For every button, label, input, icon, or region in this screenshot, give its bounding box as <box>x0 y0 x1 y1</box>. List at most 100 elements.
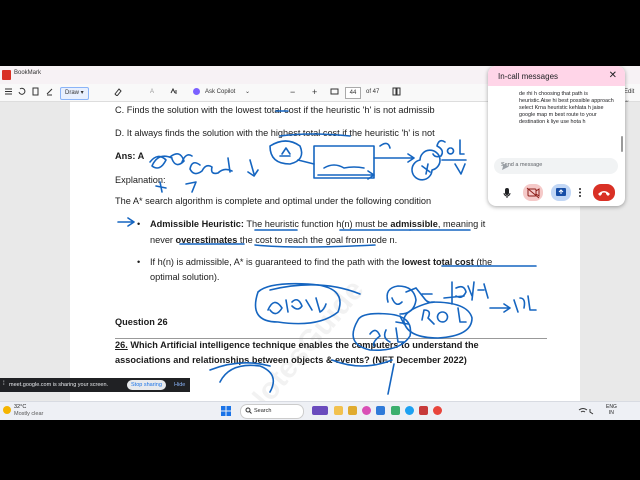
ink-path <box>169 153 185 166</box>
hang-up-button[interactable] <box>593 184 615 201</box>
ink-path <box>411 149 441 181</box>
chevron-down-icon[interactable]: ⌄ <box>245 87 250 98</box>
send-icon[interactable] <box>501 162 612 173</box>
read-aloud-icon[interactable] <box>170 87 179 98</box>
copilot-button[interactable]: Ask Copilot <box>205 87 235 98</box>
ink-path <box>269 140 303 165</box>
bullet-2-text-a: If h(n) is admissible, A* is guaranteed … <box>150 257 400 267</box>
weather-icon[interactable] <box>3 406 11 414</box>
draw-button[interactable]: Draw ▾ <box>60 87 89 100</box>
edge-browser-icon[interactable] <box>405 406 414 415</box>
chrome-browser-icon[interactable] <box>433 406 442 415</box>
ink-path <box>185 181 197 193</box>
ink-path <box>313 145 375 179</box>
bullet-1-line-2: never overestimates the cost to reach th… <box>150 235 397 245</box>
page-view-icon[interactable] <box>392 87 401 98</box>
region-code: IN <box>608 410 614 416</box>
ink-path <box>489 303 511 313</box>
bullet-1-overestimates: overestimates <box>175 235 238 245</box>
ink-path <box>387 363 395 395</box>
explanation-label: Explanation: <box>115 175 166 185</box>
files-app-icon[interactable] <box>348 406 357 415</box>
ink-path <box>297 159 315 165</box>
taskbar: 32°C Mostly clear Search ENG IN <box>0 401 640 420</box>
ink-path <box>181 154 193 163</box>
camera-off-button[interactable] <box>523 184 543 201</box>
close-icon[interactable]: ✕ <box>609 70 617 81</box>
weather-description[interactable]: Mostly clear <box>14 411 43 417</box>
zoom-out-icon[interactable]: − <box>290 87 295 98</box>
ink-path <box>189 157 233 175</box>
windows-start-icon[interactable] <box>221 406 231 416</box>
ink-path <box>379 142 391 149</box>
fit-width-icon[interactable] <box>330 87 339 98</box>
bullet-1-bold: admissible <box>390 219 438 229</box>
q26-number: 26. <box>115 340 128 350</box>
copilot-icon[interactable] <box>192 87 201 98</box>
ink-path <box>513 295 537 313</box>
app-icon[interactable] <box>419 406 428 415</box>
divider <box>115 338 547 339</box>
bullet-1-text-a: The heuristic function h(n) must be <box>246 219 388 229</box>
taskbar-search[interactable]: Search <box>240 404 304 419</box>
weather-temperature[interactable]: 32°C <box>14 404 26 410</box>
in-call-messages-panel: In-call messages ✕ de rhi h choosing tha… <box>488 66 625 206</box>
ink-path <box>421 307 467 325</box>
screen-share-bar: ⁞ meet.google.com is sharing your screen… <box>0 378 190 392</box>
hide-button[interactable]: Hide <box>174 382 185 388</box>
ink-path <box>443 295 465 299</box>
draw-label: Draw <box>65 90 80 96</box>
q26-line-2: associations and relationships between o… <box>115 355 467 365</box>
message-input[interactable]: Send a message <box>494 158 618 174</box>
rotate-icon[interactable] <box>17 87 26 98</box>
call-panel-title: In-call messages <box>498 72 559 81</box>
ink-path <box>254 244 376 248</box>
excel-app-icon[interactable] <box>391 406 400 415</box>
q26-text-2: associations and relationships between o… <box>115 355 370 365</box>
bullet-2-text-c: (the <box>476 257 493 267</box>
edit-with-button[interactable]: Edit w <box>624 87 640 106</box>
admissible-heading: Admissible Heuristic: <box>150 219 244 229</box>
bullet-2-bold: lowest total cost <box>401 257 474 267</box>
ink-path <box>323 164 365 169</box>
ink-path <box>395 315 409 325</box>
highlight-icon[interactable] <box>45 87 54 98</box>
ink-path <box>432 139 465 158</box>
eraser-icon[interactable] <box>113 87 122 98</box>
drag-handle-icon[interactable]: ⁞ <box>3 381 5 387</box>
language-indicator[interactable]: ENG IN <box>606 404 617 416</box>
option-c: C. Finds the solution with the lowest to… <box>115 105 435 115</box>
pdf-icon <box>2 70 11 80</box>
stop-sharing-button[interactable]: Stop sharing <box>127 380 166 390</box>
bullet-1-line-1: Admissible Heuristic: The heuristic func… <box>150 219 485 229</box>
ink-path <box>451 281 489 305</box>
option-d: D. It always finds the solution with the… <box>115 128 435 138</box>
more-options-icon[interactable] <box>576 184 584 201</box>
bullet-1-rest: the cost to reach the goal from node n. <box>239 235 398 245</box>
tab-title[interactable]: BookMark <box>14 70 41 76</box>
ink-path <box>386 285 417 315</box>
sidebar-menu-icon[interactable] <box>4 87 13 98</box>
ink-path <box>247 159 259 177</box>
file-explorer-icon[interactable] <box>334 406 343 415</box>
ink-path <box>117 217 135 227</box>
bullet-1-marker: • <box>137 219 141 229</box>
microphone-button[interactable] <box>500 184 514 201</box>
q26-source: (NET December 2022) <box>372 355 467 365</box>
store-app-icon[interactable] <box>376 406 385 415</box>
share-message: meet.google.com is sharing your screen. <box>9 382 109 388</box>
copilot-app-icon[interactable] <box>362 406 371 415</box>
chat-message: de rhi h choosing that path is heuristic… <box>519 91 614 125</box>
answer: Ans: A <box>115 151 145 161</box>
q26-text: Which Artificial intelligence technique … <box>130 340 479 350</box>
page-number-input[interactable]: 44 <box>345 87 361 99</box>
ink-path <box>405 287 435 304</box>
wifi-icon[interactable] <box>578 406 598 417</box>
widgets-app-icon[interactable] <box>312 406 328 415</box>
present-screen-button[interactable] <box>551 184 571 201</box>
text-icon[interactable]: A <box>150 87 154 98</box>
chat-scrollbar[interactable] <box>621 136 623 152</box>
zoom-in-icon[interactable]: + <box>312 87 317 98</box>
fit-page-icon[interactable] <box>31 87 40 98</box>
bullet-1-text-c: , meaning it <box>437 219 486 229</box>
